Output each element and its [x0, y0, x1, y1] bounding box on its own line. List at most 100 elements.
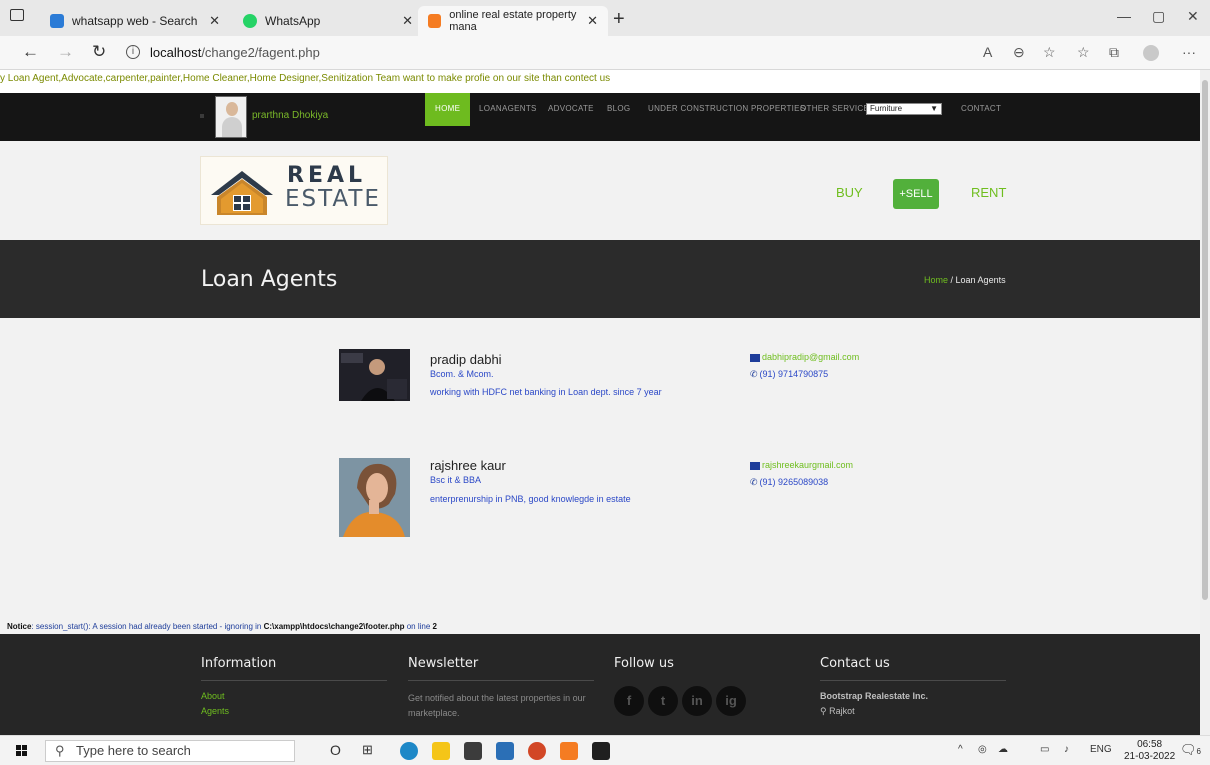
scrollbar-thumb[interactable]	[1202, 80, 1208, 600]
tab-real-estate[interactable]: online real estate property mana ✕	[418, 6, 608, 36]
xampp-icon[interactable]	[560, 742, 578, 760]
tab-label: online real estate property mana	[449, 9, 577, 33]
twitter-icon[interactable]: t	[648, 686, 678, 716]
agent-description: enterprenurship in PNB, good knowlegde i…	[430, 494, 631, 504]
footer-link-about[interactable]: About	[201, 691, 387, 701]
info-icon[interactable]: i	[126, 45, 140, 59]
forward-icon[interactable]: →	[57, 42, 74, 62]
agent-phone[interactable]: ✆ (91) 9714790875	[750, 369, 828, 380]
browser-tab-bar: whatsapp web - Search ✕ WhatsApp ✕ onlin…	[0, 0, 1210, 36]
mail-icon[interactable]	[464, 742, 482, 760]
more-icon[interactable]: ···	[1182, 44, 1196, 60]
close-window-icon[interactable]: ✕	[1187, 8, 1199, 25]
username[interactable]: prarthna Dhokiya	[252, 110, 328, 121]
volume-icon[interactable]: ♪	[1064, 744, 1069, 755]
task-view-icon[interactable]: ⊞	[362, 742, 373, 758]
tab-search[interactable]: whatsapp web - Search ✕	[40, 6, 230, 36]
tray-chevron-icon[interactable]: ^	[958, 744, 963, 755]
footer-contact: Contact us Bootstrap Realestate Inc. ⚲ R…	[820, 656, 1006, 719]
url-field[interactable]: localhost/change2/fagent.php	[150, 45, 320, 60]
page-banner: Loan Agents Home / Loan Agents	[0, 240, 1200, 318]
rent-link[interactable]: RENT	[971, 185, 1006, 200]
nav-home[interactable]: HOME	[425, 93, 471, 126]
footer-heading: Follow us	[614, 656, 674, 671]
tab-actions-icon[interactable]	[10, 9, 24, 21]
language-indicator[interactable]: ENG	[1090, 744, 1112, 755]
nav-blog[interactable]: BLOG	[607, 93, 630, 126]
refresh-icon[interactable]: ↻	[92, 42, 106, 62]
contact-city: ⚲ Rajkot	[820, 706, 855, 716]
footer-link-agents[interactable]: Agents	[201, 706, 387, 716]
envelope-icon	[750, 353, 760, 362]
breadcrumb-current: Loan Agents	[955, 275, 1006, 285]
nav-advocate[interactable]: ADVOCATE	[548, 93, 594, 126]
agent-phone[interactable]: ✆ (91) 9265089038	[750, 477, 828, 488]
search-icon: ⚲	[55, 743, 65, 758]
buy-link[interactable]: BUY	[836, 185, 863, 200]
close-icon[interactable]: ✕	[402, 13, 413, 29]
logo-text-estate: ESTATE	[285, 186, 381, 212]
phone-icon: ✆	[750, 477, 758, 487]
agent-card: rajshree kaur Bsc it & BBA enterprenursh…	[0, 458, 1200, 548]
tab-whatsapp[interactable]: WhatsApp ✕	[233, 6, 423, 36]
company-name: Bootstrap Realestate Inc.	[820, 691, 929, 701]
favorite-add-icon[interactable]: ☆	[1043, 44, 1056, 61]
user-avatar[interactable]	[215, 96, 247, 138]
footer-heading: Newsletter	[408, 656, 594, 681]
zoom-icon[interactable]: ⊖	[1013, 44, 1025, 61]
nav-loanagents[interactable]: LOANAGENTS	[479, 93, 537, 126]
agent-description: working with HDFC net banking in Loan de…	[430, 387, 662, 397]
photos-icon[interactable]	[592, 742, 610, 760]
linkedin-icon[interactable]: in	[682, 686, 712, 716]
edge-icon[interactable]	[400, 742, 418, 760]
notification-center-icon[interactable]: 🗨6	[1180, 742, 1201, 758]
map-marker-icon: ⚲	[820, 706, 830, 716]
page-title: Loan Agents	[201, 267, 338, 292]
battery-icon[interactable]: ▭	[1040, 744, 1049, 755]
close-icon[interactable]: ✕	[209, 13, 220, 29]
agent-email[interactable]: dabhipradip@gmail.com	[750, 352, 859, 362]
breadcrumb-home[interactable]: Home	[924, 275, 948, 285]
read-aloud-icon[interactable]: A	[983, 44, 992, 60]
instagram-icon[interactable]: ig	[716, 686, 746, 716]
footer-heading: Information	[201, 656, 387, 681]
taskbar-search-input[interactable]: ⚲ Type here to search	[45, 740, 295, 762]
chevron-down-icon: ▼	[930, 104, 938, 113]
site-logo[interactable]: REAL ESTATE	[200, 156, 388, 225]
other-services-select[interactable]: Furniture ▼	[866, 103, 942, 115]
site-footer: Information About Agents Newsletter Get …	[0, 634, 1200, 735]
footer-newsletter: Newsletter Get notified about the latest…	[408, 656, 594, 721]
profile-icon[interactable]	[1143, 45, 1159, 61]
top-navigation: prarthna Dhokiya HOME LOANAGENTS ADVOCAT…	[0, 93, 1200, 141]
new-tab-button[interactable]: +	[613, 8, 625, 31]
windows-start-icon[interactable]	[16, 745, 28, 757]
restore-icon[interactable]: ▢	[1152, 8, 1165, 25]
facebook-icon[interactable]: f	[614, 686, 644, 716]
powerpoint-icon[interactable]	[528, 742, 546, 760]
word-icon[interactable]	[496, 742, 514, 760]
onedrive-icon[interactable]: ☁	[998, 744, 1008, 755]
favorites-icon[interactable]: ☆	[1077, 44, 1090, 61]
nav-contact[interactable]: CONTACT	[961, 93, 1001, 126]
search-icon	[50, 14, 64, 28]
collections-icon[interactable]: ⧉	[1109, 44, 1119, 61]
network-icon[interactable]: ◎	[978, 744, 987, 755]
back-icon[interactable]: ←	[22, 42, 39, 62]
page-scrollbar[interactable]	[1200, 70, 1210, 735]
logo-text-real: REAL	[287, 163, 367, 188]
close-icon[interactable]: ✕	[587, 13, 598, 29]
file-explorer-icon[interactable]	[432, 742, 450, 760]
web-page: y Loan Agent,Advocate,carpenter,painter,…	[0, 70, 1200, 735]
sell-button[interactable]: +SELL	[893, 179, 939, 209]
agent-email[interactable]: rajshreekaurgmail.com	[750, 460, 853, 470]
agent-name: pradip dabhi	[430, 352, 502, 367]
minimize-icon[interactable]: —	[1117, 8, 1131, 24]
agent-degree: Bsc it & BBA	[430, 475, 482, 485]
agent-name: rajshree kaur	[430, 458, 506, 473]
nav-under-construction[interactable]: UNDER CONSTRUCTION PROPERTIES	[648, 93, 805, 126]
clock[interactable]: 06:58 21-03-2022	[1124, 739, 1175, 763]
address-bar: ← → ↻ i localhost/change2/fagent.php A ⊖…	[0, 36, 1210, 70]
tab-label: whatsapp web - Search	[72, 14, 198, 28]
cortana-icon[interactable]: O	[330, 742, 341, 758]
phone-icon: ✆	[750, 369, 758, 379]
